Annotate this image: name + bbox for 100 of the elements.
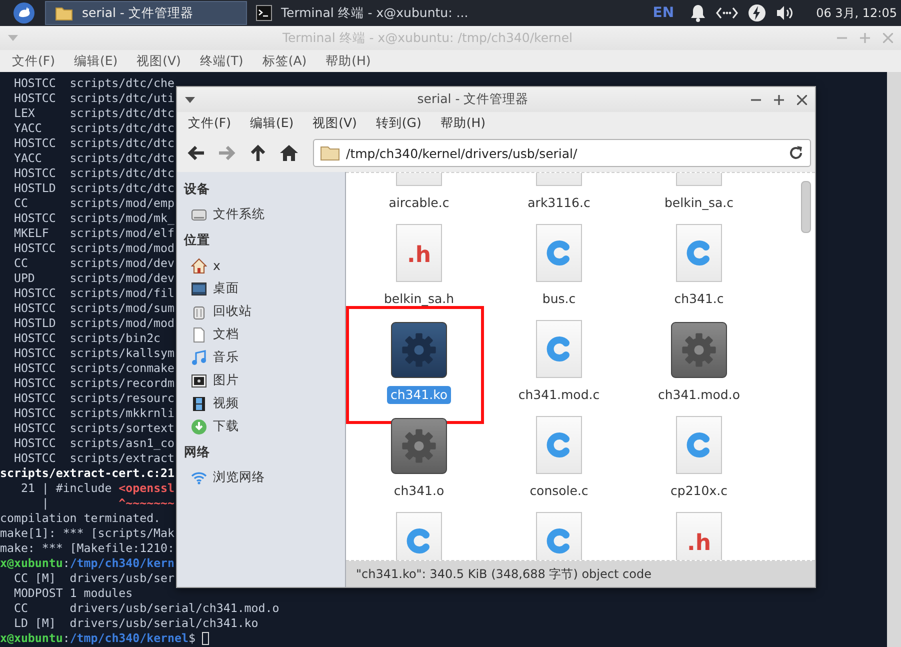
terminal-line: CC scripts/mod/emp [12,196,175,211]
home-icon[interactable] [279,143,299,163]
terminal-line: HOSTCC scripts/mod/sum [12,301,175,316]
sidebar-item[interactable]: 文档 [177,323,345,346]
menu-item[interactable]: 文件(F) [4,50,63,72]
clock[interactable]: 06 3月, 12:05 [816,4,897,22]
up-arrow-icon[interactable] [248,143,268,163]
window-title: Terminal 终端 - x@xubuntu: /tmp/ch340/kernel [281,30,574,46]
film-icon [191,396,207,412]
terminal-line: compilation terminated. [0,511,161,526]
document-icon [191,326,207,342]
gear-tile-icon[interactable] [391,322,447,378]
terminal-line: x@xubuntu:/tmp/ch340/kern [0,556,175,571]
menu-item[interactable]: 转到(G) [368,112,430,134]
status-text: "ch341.ko": 340.5 KiB (348,688 字节) object code [356,566,652,582]
terminal-line: CC [M] drivers/usb/ser [12,571,175,586]
keyboard-layout[interactable]: EN [652,5,674,21]
header-document-icon[interactable]: .h [676,512,722,560]
c-document-icon[interactable] [536,416,582,474]
menu-item[interactable]: 视图(V) [128,50,189,72]
file-name[interactable]: belkin_sa.c [661,194,736,212]
terminal-line: HOSTCC scripts/mkkrnli [12,406,175,421]
network-icon[interactable] [716,7,738,19]
back-arrow-icon[interactable] [186,143,206,163]
c-document-icon[interactable] [676,224,722,282]
gear-tile-icon[interactable] [671,322,727,378]
menu-item[interactable]: 帮助(H) [433,112,495,134]
gear-tile-icon[interactable] [391,418,447,474]
sidebar-item[interactable]: 回收站 [177,300,345,323]
reload-icon[interactable] [788,145,804,161]
file-name[interactable]: aircable.c [386,194,452,212]
sidebar-heading: 设备 [182,180,211,198]
taskbar-button[interactable]: Terminal 终端 - x@xubuntu: ... [247,1,478,25]
close-icon[interactable] [797,94,807,104]
terminal-line: | ^~~~~~~~ [40,496,175,511]
mouse-logo-icon[interactable] [13,2,35,24]
download-icon [191,418,207,434]
sidebar-item[interactable]: 下载 [177,415,345,438]
sidebar-item[interactable]: 浏览网络 [177,466,345,489]
terminal-line: HOSTCC scripts/recordm [12,376,175,391]
sidebar-item[interactable]: x [177,254,345,277]
file-name[interactable]: ark3116.c [524,194,594,212]
picture-icon [191,372,207,388]
scrollbar-thumb[interactable] [801,181,811,233]
terminal-line: MKELF scripts/mod/elf [12,226,175,241]
sidebar-item[interactable]: 视频 [177,392,345,415]
folder-icon [320,145,340,161]
c-document-icon[interactable] [536,512,582,560]
sidebar-item[interactable]: 桌面 [177,277,345,300]
terminal-line: HOSTCC scripts/asn1_co [12,436,175,451]
terminal-line: make[1]: *** [scripts/Mak [0,526,175,541]
c-document-icon[interactable] [676,416,722,474]
file-name[interactable]: belkin_sa.h [380,290,458,308]
menu-item[interactable]: 文件(F) [181,112,240,134]
c-document-icon[interactable] [536,320,582,378]
terminal-line: UPD scripts/mod/dev [12,271,175,286]
file-name[interactable]: cp210x.c [668,482,730,500]
terminal-line: HOSTCC scripts/dtc/dtc [12,136,175,151]
terminal-line: HOSTCC scripts/dtc/dtc [12,166,175,181]
file-name[interactable]: bus.c [539,290,579,308]
sidebar-item[interactable]: 图片 [177,369,345,392]
dropdown-arrow-icon[interactable] [185,96,195,102]
terminal-line: HOSTCC scripts/extract [12,451,175,466]
file-name[interactable]: ch341.mod.o [654,386,743,404]
maximize-icon[interactable] [774,94,784,104]
terminal-line: HOSTCC scripts/conmake [12,361,175,376]
speaker-icon[interactable] [776,5,794,21]
terminal-line: LEX scripts/dtc/dtc [12,106,175,121]
terminal-line: x@xubuntu:/tmp/ch340/kernel$ [0,631,210,646]
monitor-icon [191,280,207,296]
terminal-line: HOSTCC scripts/kallsym [12,346,175,361]
file-name[interactable]: ch341.o [390,482,448,500]
bell-icon[interactable] [690,4,706,22]
menu-item[interactable]: 视图(V) [306,112,366,134]
file-type-label: .h [686,531,712,556]
menu-item[interactable]: 帮助(H) [318,50,379,72]
terminal-line: MODPOST 1 modules [12,586,133,601]
file-name[interactable]: ch341.mod.c [515,386,603,404]
address-field[interactable]: /tmp/ch340/kernel/drivers/usb/serial/ [313,139,811,167]
terminal-line: HOSTLD scripts/mod/mod [12,316,175,331]
taskbar-button[interactable]: serial - 文件管理器 [45,1,247,25]
file-type-label: .h [406,243,432,268]
file-name[interactable]: ch341.c [671,290,727,308]
scrollbar[interactable] [887,72,901,647]
file-name[interactable]: console.c [526,482,592,500]
menu-item[interactable]: 编辑(E) [66,50,126,72]
c-document-icon[interactable] [536,224,582,282]
menu-item[interactable]: 标签(A) [254,50,315,72]
header-document-icon[interactable]: .h [396,224,442,282]
menu-item[interactable]: 终端(T) [192,50,252,72]
terminal-line: scripts/extract-cert.c:21 [0,466,175,481]
menu-item[interactable]: 编辑(E) [242,112,303,134]
terminal-line: HOSTCC scripts/dtc/uti [12,91,175,106]
terminal-line: LD [M] drivers/usb/serial/ch341.ko [12,616,258,631]
sidebar-item[interactable]: 音乐 [177,346,345,369]
lightning-icon[interactable] [748,4,766,22]
sidebar-item[interactable]: 文件系统 [177,203,345,226]
terminal-line: HOSTCC scripts/bin2c [12,331,161,346]
c-document-icon[interactable] [396,512,442,560]
wifi-icon [191,470,207,486]
